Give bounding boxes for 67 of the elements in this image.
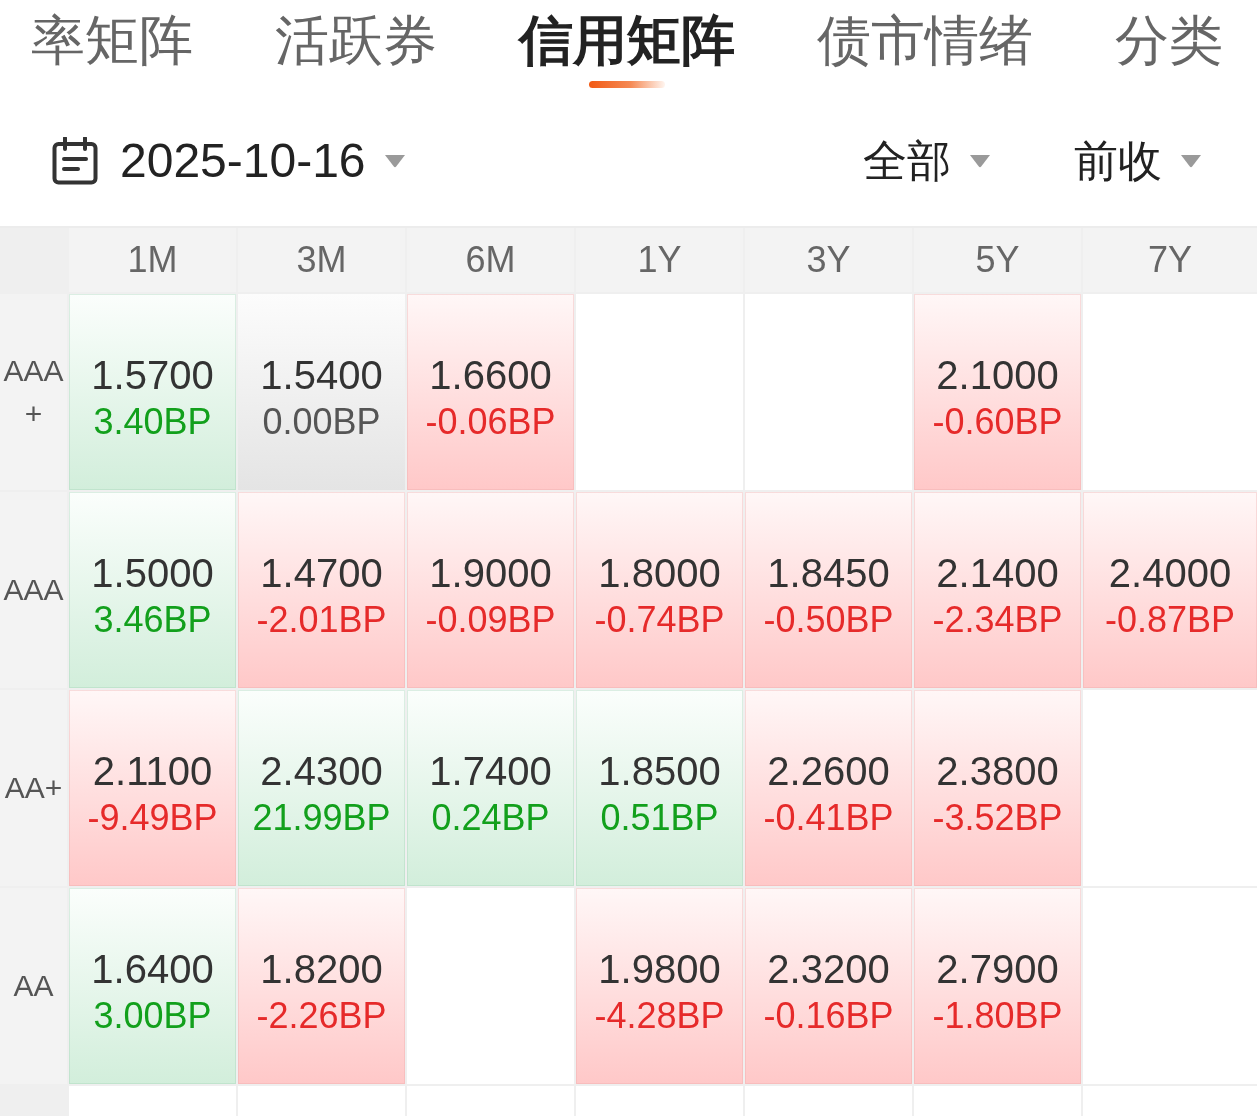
- change-value: 0.00BP: [262, 400, 381, 444]
- yield-value: 1.7400: [429, 748, 552, 795]
- yield-value: 1.8500: [598, 748, 721, 795]
- change-value: -0.06BP: [425, 400, 556, 444]
- yield-value: 1.6600: [429, 352, 552, 399]
- rating-label: AAA: [2, 572, 65, 609]
- change-value: -2.26BP: [256, 994, 387, 1038]
- change-value: -1.80BP: [932, 994, 1063, 1038]
- rating-label: AA+: [3, 770, 64, 807]
- yield-value: 2.4300: [260, 748, 383, 795]
- column-header: 3Y: [745, 228, 912, 292]
- yield-value: 2.1100: [92, 748, 213, 795]
- column-header: 7Y: [1083, 228, 1257, 292]
- change-value: -3.52BP: [932, 796, 1063, 840]
- yield-value: 1.9000: [429, 550, 552, 597]
- change-value: -2.34BP: [932, 598, 1063, 642]
- change-value: -0.87BP: [1104, 598, 1236, 642]
- change-value: 21.99BP: [252, 796, 391, 840]
- change-value: 3.00BP: [93, 994, 212, 1038]
- filter-dropdown[interactable]: 前收: [1074, 133, 1202, 189]
- rating-label: AAA+: [2, 352, 65, 432]
- yield-value: 2.3800: [936, 748, 1059, 795]
- change-value: -2.01BP: [256, 598, 387, 642]
- yield-value: 1.4700: [260, 550, 383, 597]
- rating-label: AA: [12, 968, 55, 1005]
- yield-value: 2.7900: [936, 946, 1059, 993]
- yield-value: 2.3200: [767, 946, 890, 993]
- column-header: 1Y: [576, 228, 743, 292]
- yield-value: 1.9800: [598, 946, 721, 993]
- tab[interactable]: 分类: [1115, 0, 1223, 92]
- caret-down-icon: [969, 154, 991, 168]
- tab[interactable]: 活跃券: [275, 0, 437, 92]
- change-value: -0.74BP: [594, 598, 725, 642]
- column-header: 3M: [238, 228, 405, 292]
- yield-value: 1.5000: [91, 550, 214, 597]
- change-value: -9.49BP: [87, 796, 218, 840]
- change-value: -0.60BP: [932, 400, 1063, 444]
- calendar-icon: [52, 137, 98, 185]
- yield-value: 1.8000: [598, 550, 721, 597]
- filter-dropdown[interactable]: 全部: [863, 133, 991, 189]
- change-value: 3.40BP: [93, 400, 212, 444]
- yield-value: 2.4000: [1108, 550, 1232, 597]
- change-value: -0.16BP: [763, 994, 894, 1038]
- column-header: 5Y: [914, 228, 1081, 292]
- yield-value: 2.1000: [936, 352, 1059, 399]
- change-value: -4.28BP: [594, 994, 725, 1038]
- yield-value: 1.5700: [91, 352, 214, 399]
- tab[interactable]: 率矩阵: [31, 0, 193, 92]
- change-value: -0.50BP: [763, 598, 894, 642]
- caret-down-icon: [1180, 154, 1202, 168]
- date-picker[interactable]: 2025-10-16: [52, 133, 406, 189]
- tab[interactable]: 债市情绪: [817, 0, 1033, 92]
- change-value: 0.51BP: [600, 796, 719, 840]
- column-header: 6M: [407, 228, 574, 292]
- yield-value: 1.8450: [767, 550, 890, 597]
- yield-value: 1.8200: [260, 946, 383, 993]
- yield-value: 2.2600: [767, 748, 890, 795]
- change-value: 0.24BP: [431, 796, 550, 840]
- change-value: 3.46BP: [93, 598, 212, 642]
- yield-value: 1.5400: [260, 352, 383, 399]
- column-header: 1M: [69, 228, 236, 292]
- caret-down-icon: [383, 154, 406, 168]
- tab[interactable]: 信用矩阵: [519, 0, 735, 92]
- change-value: -0.09BP: [425, 598, 556, 642]
- yield-value: 1.6400: [91, 946, 214, 993]
- change-value: -0.41BP: [763, 796, 894, 840]
- yield-value: 2.1400: [936, 550, 1059, 597]
